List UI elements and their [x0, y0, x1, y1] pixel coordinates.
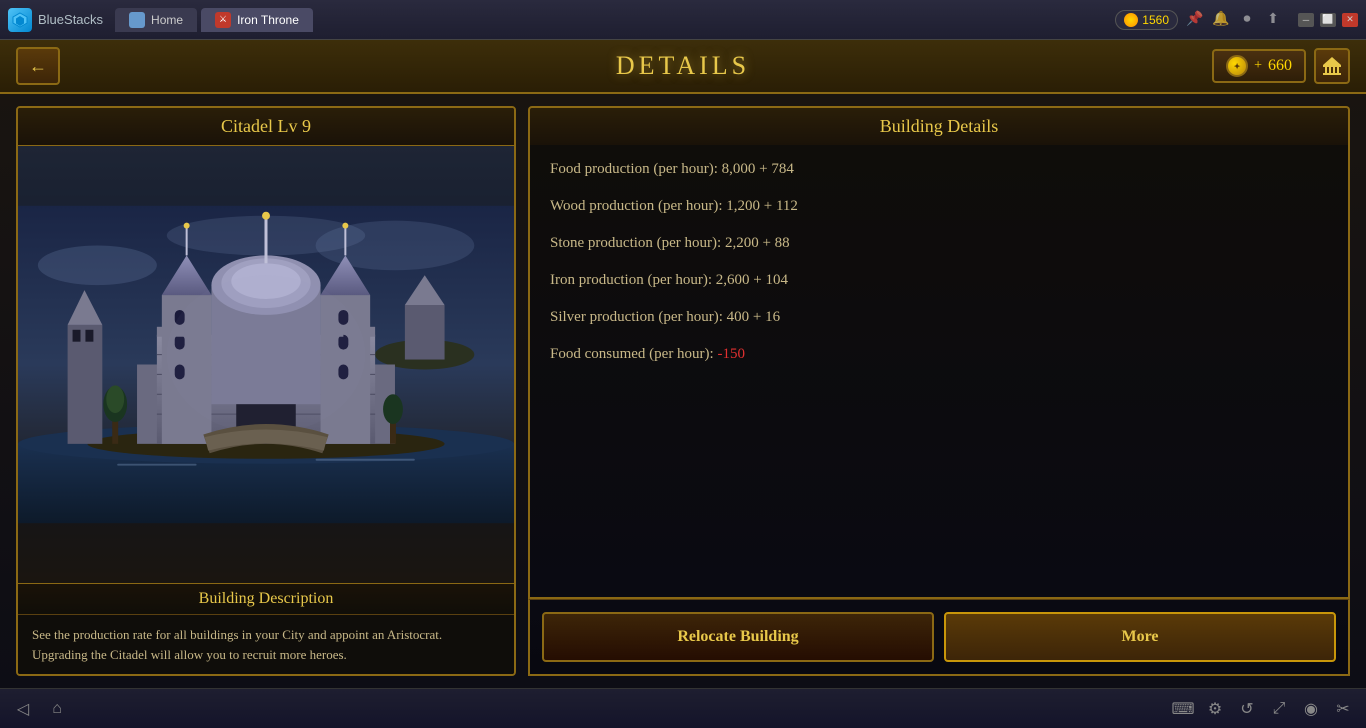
- details-title: Building Details: [528, 106, 1350, 145]
- home-tab[interactable]: Home: [115, 8, 197, 32]
- back-button[interactable]: ←: [16, 47, 60, 85]
- home-tab-label: Home: [151, 13, 183, 27]
- taskbar-right: ⌨ ⚙ ↺ ⤢ ◉ ✂: [1172, 698, 1354, 720]
- stat-silver-production-label: Silver production (per hour): 400 + 16: [550, 309, 780, 325]
- restore-button[interactable]: ⬜: [1320, 13, 1336, 27]
- taskbar: ◁ ⌂ ⌨ ⚙ ↺ ⤢ ◉ ✂: [0, 688, 1366, 728]
- more-button[interactable]: More: [944, 612, 1336, 662]
- game-topbar: ← DETAILS ✦ + 660: [0, 40, 1366, 94]
- back-nav-icon[interactable]: ◁: [12, 698, 34, 720]
- stat-food-consumed: Food consumed (per hour): -150: [550, 344, 1328, 365]
- resize-icon[interactable]: ⤢: [1268, 698, 1290, 720]
- minimize-button[interactable]: ─: [1298, 13, 1314, 27]
- building-description-text: See the production rate for all building…: [18, 614, 514, 674]
- currency-display: ✦ + 660: [1212, 49, 1306, 83]
- close-button[interactable]: ✕: [1342, 13, 1358, 27]
- building-card-title: Citadel Lv 9: [18, 108, 514, 146]
- stat-iron-production: Iron production (per hour): 2,600 + 104: [550, 270, 1328, 291]
- back-arrow-icon: ←: [29, 56, 47, 77]
- home-tab-icon: [129, 12, 145, 28]
- details-content: Food production (per hour): 8,000 + 784 …: [528, 145, 1350, 599]
- coin-add-icon[interactable]: +: [1254, 58, 1262, 74]
- building-description-title: Building Description: [18, 583, 514, 614]
- location-icon[interactable]: ◉: [1300, 698, 1322, 720]
- titlebar-right: 1560 📌 🔔 ⏺ ⬆ ─ ⬜ ✕: [1115, 10, 1358, 30]
- stat-iron-production-label: Iron production (per hour): 2,600 + 104: [550, 272, 788, 288]
- settings-icon[interactable]: ⚙: [1204, 698, 1226, 720]
- bluestacks-logo: BlueStacks: [8, 8, 103, 32]
- details-panel: Building Details Food production (per ho…: [528, 106, 1350, 676]
- game-tab[interactable]: ⚔ Iron Throne: [201, 8, 313, 32]
- building-card: Citadel Lv 9: [16, 106, 516, 676]
- stat-food-consumed-label: Food consumed (per hour):: [550, 346, 717, 362]
- bell-icon[interactable]: 🔔: [1212, 11, 1230, 29]
- titlebar: BlueStacks Home ⚔ Iron Throne 1560 📌 🔔 ⏺…: [0, 0, 1366, 40]
- bs-logo-icon: [8, 8, 32, 32]
- game-tab-icon: ⚔: [215, 12, 231, 28]
- bank-icon[interactable]: [1314, 48, 1350, 84]
- content-area: Citadel Lv 9: [0, 94, 1366, 688]
- pin-icon[interactable]: 📌: [1186, 11, 1204, 29]
- game-tab-label: Iron Throne: [237, 13, 299, 27]
- bluestacks-label: BlueStacks: [38, 12, 103, 27]
- currency-value: 660: [1268, 57, 1292, 75]
- stat-wood-production-label: Wood production (per hour): 1,200 + 112: [550, 198, 798, 214]
- details-buttons: Relocate Building More: [528, 599, 1350, 676]
- coin-icon: ✦: [1226, 55, 1248, 77]
- share-icon[interactable]: ⬆: [1264, 11, 1282, 29]
- record-icon[interactable]: ⏺: [1238, 11, 1256, 29]
- rotate-icon[interactable]: ↺: [1236, 698, 1258, 720]
- stat-silver-production: Silver production (per hour): 400 + 16: [550, 307, 1328, 328]
- building-image: [18, 146, 514, 583]
- keyboard-icon[interactable]: ⌨: [1172, 698, 1194, 720]
- stat-stone-production-label: Stone production (per hour): 2,200 + 88: [550, 235, 790, 251]
- window-controls: ─ ⬜ ✕: [1298, 13, 1358, 27]
- stat-food-production: Food production (per hour): 8,000 + 784: [550, 159, 1328, 180]
- relocate-building-button[interactable]: Relocate Building: [542, 612, 934, 662]
- page-title: DETAILS: [616, 51, 750, 81]
- points-value: 1560: [1142, 13, 1169, 27]
- stat-food-consumed-value: -150: [717, 346, 745, 362]
- stat-stone-production: Stone production (per hour): 2,200 + 88: [550, 233, 1328, 254]
- game-area: ← DETAILS ✦ + 660: [0, 40, 1366, 688]
- stat-wood-production: Wood production (per hour): 1,200 + 112: [550, 196, 1328, 217]
- points-display: 1560: [1115, 10, 1178, 30]
- topbar-right: ✦ + 660: [1212, 48, 1350, 84]
- stat-food-production-label: Food production (per hour): 8,000 + 784: [550, 161, 794, 177]
- cut-icon[interactable]: ✂: [1332, 698, 1354, 720]
- points-icon: [1124, 13, 1138, 27]
- home-nav-icon[interactable]: ⌂: [46, 698, 68, 720]
